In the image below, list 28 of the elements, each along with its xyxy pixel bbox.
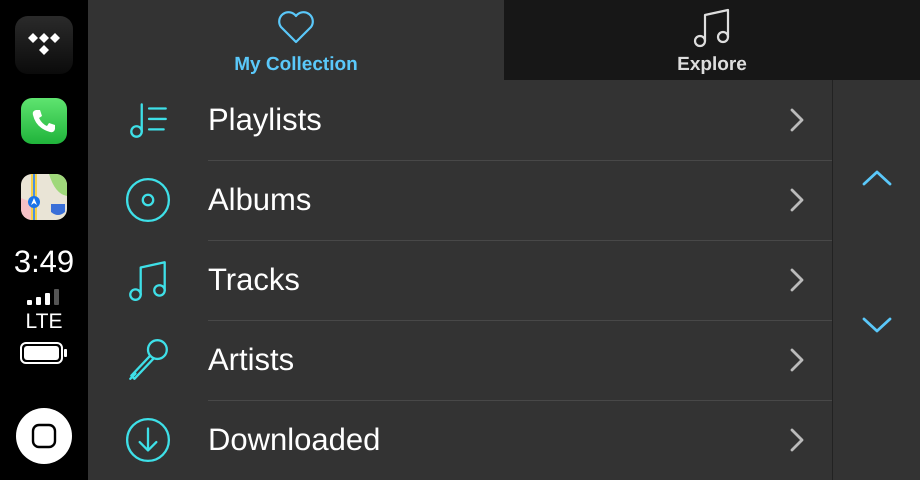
item-label: Albums [208, 182, 312, 218]
download-icon [124, 416, 172, 464]
list-item[interactable]: Playlists [208, 80, 832, 160]
chevron-right-icon [790, 108, 804, 132]
clock-time: 3:49 [14, 244, 74, 280]
item-label: Downloaded [208, 422, 382, 458]
square-icon [31, 423, 57, 449]
app-icon[interactable] [15, 16, 73, 74]
item-label: Artists [208, 342, 296, 378]
disc-icon [124, 176, 172, 224]
item-label: Tracks [208, 262, 301, 298]
chevron-down-icon [862, 317, 892, 333]
list-item[interactable]: Albums [208, 160, 832, 240]
chevron-right-icon [790, 428, 804, 452]
list-item[interactable]: Downloaded [208, 400, 832, 480]
chevron-right-icon [790, 188, 804, 212]
signal-icon [26, 288, 62, 306]
item-label: Playlists [208, 102, 323, 138]
chevron-up-icon [862, 170, 892, 186]
tab[interactable]: Explore [504, 0, 920, 80]
battery-icon [20, 342, 68, 364]
chevron-right-icon [790, 348, 804, 372]
list-item[interactable]: Tracks [208, 240, 832, 320]
network-type: LTE [26, 310, 62, 334]
maps-app-icon[interactable] [21, 174, 67, 220]
phone-app-icon[interactable] [21, 98, 67, 144]
list-item[interactable]: Artists [208, 320, 832, 400]
chevron-right-icon [790, 268, 804, 292]
